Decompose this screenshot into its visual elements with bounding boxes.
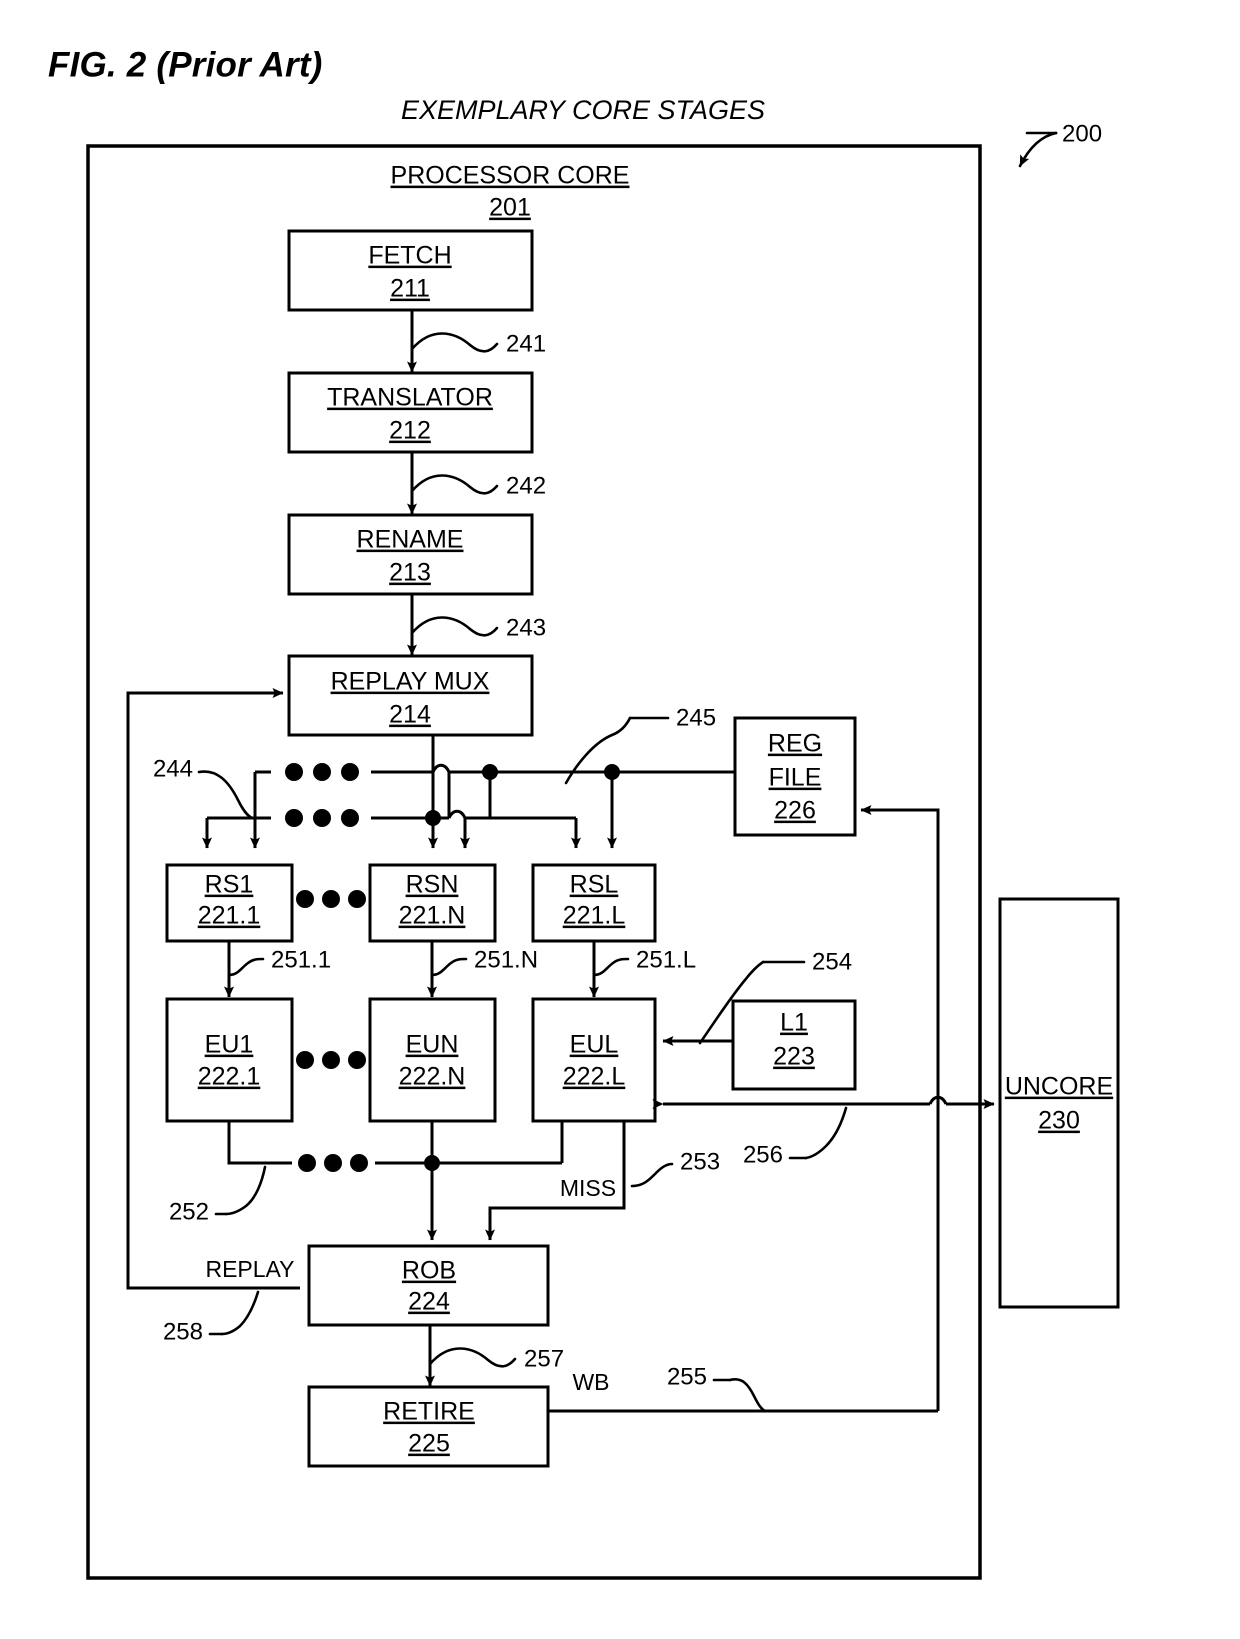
ellipsis-dot-lower-bus-1 [285, 809, 303, 827]
edge-eu1-to-resultbus [227, 1121, 292, 1165]
block-replay-mux-ref: 214 [389, 701, 431, 729]
block-rsn-label: RSN [406, 871, 459, 899]
block-eu1-label: EU1 [205, 1031, 254, 1059]
leader-253 [630, 1162, 674, 1188]
edge-wb-to-reg-file [860, 805, 940, 1411]
block-eun[interactable] [368, 997, 497, 1123]
block-eun-label: EUN [406, 1031, 459, 1059]
figure-title: EXEMPLARY CORE STAGES [401, 95, 765, 125]
block-reg-file-label-2: FILE [769, 764, 822, 792]
block-rename-ref: 213 [389, 559, 431, 587]
ref-258: 258 [163, 1318, 203, 1345]
ref-257: 257 [524, 1345, 564, 1372]
leader-251-1 [227, 957, 265, 977]
block-retire-ref: 225 [408, 1430, 450, 1458]
block-reg-file-ref: 226 [774, 797, 816, 825]
ref-255: 255 [667, 1363, 707, 1390]
block-rs1-ref: 221.1 [198, 902, 261, 930]
block-translator-ref: 212 [389, 417, 431, 445]
block-uncore[interactable] [998, 897, 1120, 1309]
ref-242: 242 [506, 472, 546, 499]
bus-hop-replaymux-over-upper [431, 763, 451, 773]
ref-252: 252 [169, 1198, 209, 1225]
ellipsis-dot-upper-bus-2 [313, 763, 331, 781]
ref-243: 243 [506, 614, 546, 641]
leader-242 [410, 474, 499, 495]
block-l1-ref: 223 [773, 1043, 815, 1071]
block-rsn-ref: 221.N [399, 902, 466, 930]
figure-label: FIG. 2 (Prior Art) [48, 45, 323, 84]
leader-243 [410, 616, 499, 637]
ellipsis-dot-rs-row-1 [296, 890, 314, 908]
block-eun-ref: 222.N [399, 1063, 466, 1091]
ellipsis-dot-upper-bus-3 [341, 763, 359, 781]
block-reg-file-label-1: REG [768, 730, 822, 758]
block-eul-label: EUL [570, 1031, 619, 1059]
ellipsis-dot-rs-row-2 [322, 890, 340, 908]
block-eu1[interactable] [165, 997, 294, 1123]
block-fetch-label: FETCH [368, 242, 451, 270]
leader-258 [220, 1290, 260, 1336]
block-uncore-ref: 230 [1038, 1107, 1080, 1135]
ellipsis-dot-eu-row-1 [296, 1051, 314, 1069]
block-rob-ref: 224 [408, 1288, 450, 1316]
leader-244 [197, 770, 254, 820]
ellipsis-dot-result-bus-2 [324, 1154, 342, 1172]
block-rename-label: RENAME [357, 526, 464, 554]
patent-figure-page: FIG. 2 (Prior Art) EXEMPLARY CORE STAGES… [0, 0, 1240, 1639]
block-eu1-ref: 222.1 [198, 1063, 261, 1091]
ellipsis-dot-lower-bus-2 [313, 809, 331, 827]
block-rob-label: ROB [402, 1257, 456, 1285]
block-eul-ref: 222.L [563, 1063, 626, 1091]
ref-241: 241 [506, 330, 546, 357]
leader-251-l [592, 957, 630, 977]
ref-254: 254 [812, 948, 852, 975]
processor-core-title: PROCESSOR CORE [391, 162, 630, 190]
ref-256: 256 [743, 1141, 783, 1168]
ellipsis-dot-result-bus-3 [350, 1154, 368, 1172]
ellipsis-dot-eu-row-2 [322, 1051, 340, 1069]
block-translator-label: TRANSLATOR [327, 384, 493, 412]
block-replay-mux-label: REPLAY MUX [331, 668, 490, 696]
ref-244: 244 [153, 755, 193, 782]
ref-251-l: 251.L [636, 946, 696, 973]
leader-252 [224, 1165, 267, 1216]
ellipsis-dot-result-bus-1 [298, 1154, 316, 1172]
block-eul[interactable] [531, 997, 657, 1123]
bus-hop-replaymux-over-lower [447, 809, 467, 819]
signal-label-miss: MISS [560, 1175, 616, 1201]
block-rsl-ref: 221.L [563, 902, 626, 930]
leader-241 [410, 332, 499, 353]
ellipsis-dot-lower-bus-3 [341, 809, 359, 827]
ellipsis-dot-upper-bus-1 [285, 763, 303, 781]
ref-251-1: 251.1 [271, 946, 331, 973]
ref-253: 253 [680, 1148, 720, 1175]
leader-255 [728, 1378, 767, 1413]
signal-label-wb: WB [572, 1369, 609, 1395]
ref-245: 245 [676, 704, 716, 731]
system-ref-leader [1018, 131, 1058, 168]
block-rs1-label: RS1 [205, 871, 254, 899]
block-rsl-label: RSL [570, 871, 619, 899]
block-l1-label: L1 [780, 1009, 808, 1037]
leader-256 [804, 1106, 848, 1160]
block-retire-label: RETIRE [383, 1398, 475, 1426]
signal-label-replay: REPLAY [205, 1256, 294, 1282]
ref-251-n: 251.N [474, 946, 538, 973]
block-fetch-ref: 211 [390, 275, 430, 303]
ellipsis-dot-eu-row-3 [348, 1051, 366, 1069]
processor-core-ref: 201 [489, 194, 531, 222]
system-ref-number: 200 [1062, 120, 1102, 147]
block-uncore-label: UNCORE [1005, 1073, 1113, 1101]
figure-canvas: FIG. 2 (Prior Art) EXEMPLARY CORE STAGES… [48, 45, 1120, 1580]
leader-257 [428, 1347, 517, 1368]
ellipsis-dot-rs-row-3 [348, 890, 366, 908]
leader-251-n [430, 957, 468, 977]
